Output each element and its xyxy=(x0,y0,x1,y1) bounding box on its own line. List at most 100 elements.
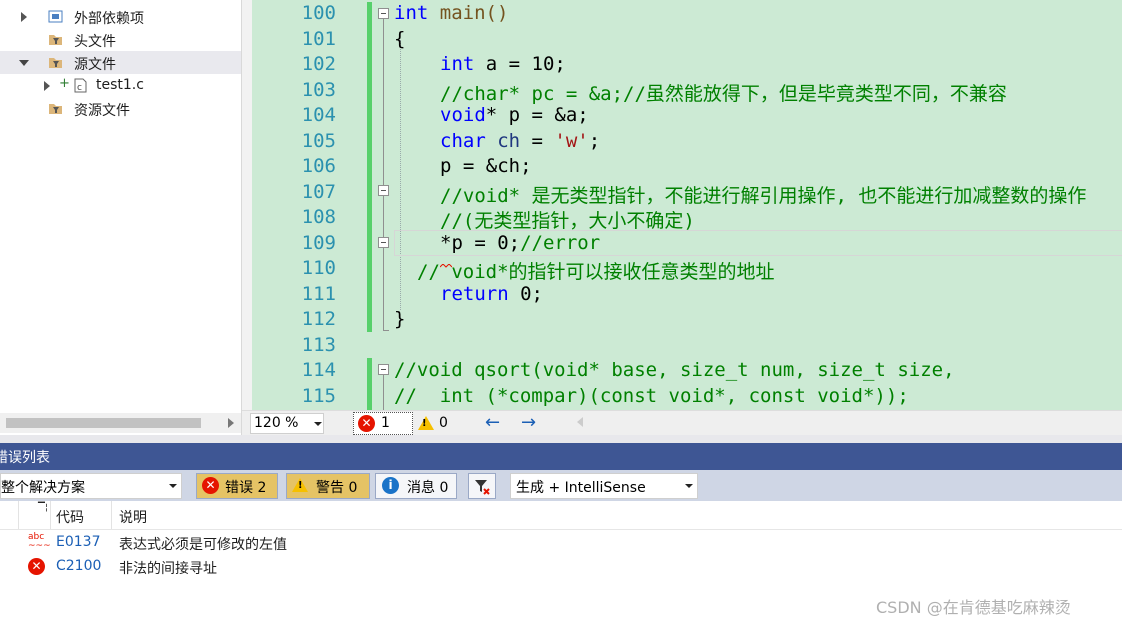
collapse-arrow-icon[interactable] xyxy=(19,60,29,66)
line-number: 104 xyxy=(301,104,336,126)
error-description: 表达式必须是可修改的左值 xyxy=(119,537,287,553)
column-header-description[interactable]: 说明 xyxy=(119,507,147,527)
table-row[interactable]: abc ~~~ E0137 表达式必须是可修改的左值 xyxy=(0,531,1122,555)
error-icon: ✕ xyxy=(28,558,45,575)
build-source-dropdown[interactable]: 生成 + IntelliSense xyxy=(510,473,698,499)
code-line-105: char ch = 'w'; xyxy=(440,130,600,152)
code-text: 0; xyxy=(508,283,543,305)
code-text: main() xyxy=(428,2,509,24)
string-literal: 'w' xyxy=(554,130,589,152)
zoom-dropdown[interactable]: 120 % xyxy=(250,413,324,434)
warning-count-button[interactable]: ! 0 xyxy=(418,413,456,434)
chevron-down-icon xyxy=(685,484,693,488)
arrow-left-icon[interactable]: ← xyxy=(485,412,500,433)
tree-item-label: 外部依赖项 xyxy=(74,11,144,27)
error-list-toolbar: 整个解决方案 ✕ 错误 2 ! 警告 0 i 消息 0 生成 + Intelli… xyxy=(0,470,1122,501)
line-number: 105 xyxy=(301,130,336,152)
tree-item-label: 资源文件 xyxy=(74,103,130,119)
change-indicator xyxy=(367,358,372,410)
collapse-region-icon[interactable] xyxy=(378,237,389,248)
tree-item-label: 头文件 xyxy=(74,34,116,50)
indent-guide xyxy=(400,40,401,310)
warnings-filter-label: 警告 0 xyxy=(316,480,358,496)
chevron-down-icon xyxy=(314,422,322,426)
column-divider xyxy=(18,501,19,529)
code-line-110: // void*的指针可以接收任意类型的地址 xyxy=(417,261,775,283)
code-line-100: int main() xyxy=(394,2,508,24)
folder-filter-icon xyxy=(48,102,63,115)
warnings-filter-button[interactable]: ! 警告 0 xyxy=(286,473,370,499)
keyword: char xyxy=(440,130,486,152)
tree-item-source-files[interactable]: 源文件 xyxy=(0,51,241,74)
watermark: CSDN @在肯德基吃麻辣烫 xyxy=(876,598,1071,617)
error-count: 1 xyxy=(381,415,390,431)
line-number: 106 xyxy=(301,155,336,177)
code-line-114: //void qsort(void* base, size_t num, siz… xyxy=(394,359,955,381)
code-text: *p = 0; xyxy=(440,232,521,254)
clear-filter-button[interactable] xyxy=(468,473,496,499)
tree-item-label: test1.c xyxy=(96,77,144,93)
scroll-right-icon[interactable] xyxy=(228,418,234,428)
error-code-link[interactable]: E0137 xyxy=(56,534,100,550)
tree-item-resource-files[interactable]: 资源文件 xyxy=(0,97,241,120)
line-number: 101 xyxy=(301,28,336,50)
messages-filter-label: 消息 0 xyxy=(407,480,449,496)
keyword: return xyxy=(440,283,509,305)
keyword: void xyxy=(440,104,486,126)
variable: ch xyxy=(485,130,521,152)
collapse-region-icon[interactable] xyxy=(378,364,389,375)
keyword: int xyxy=(440,53,475,75)
expand-arrow-icon[interactable] xyxy=(21,12,27,22)
solution-explorer: 外部依赖项 头文件 源文件 + c test1.c 资源文件 xyxy=(0,0,242,435)
scroll-left-icon[interactable] xyxy=(577,417,583,427)
warning-mark: ! xyxy=(298,480,303,491)
table-row[interactable]: ✕ C2100 非法的间接寻址 xyxy=(0,555,1122,579)
expand-arrow-icon[interactable] xyxy=(44,81,50,91)
folder-filter-icon xyxy=(48,33,63,46)
scope-dropdown[interactable]: 整个解决方案 xyxy=(0,473,182,499)
scope-value: 整个解决方案 xyxy=(1,480,85,496)
line-number: 109 xyxy=(301,232,336,254)
code-editor[interactable]: 100 101 102 103 104 105 106 107 108 109 … xyxy=(252,0,1122,410)
tree-item-external-deps[interactable]: 外部依赖项 xyxy=(0,5,241,28)
column-divider xyxy=(50,501,51,529)
warning-mark: ! xyxy=(422,418,427,429)
fold-line xyxy=(383,375,384,410)
line-number: 112 xyxy=(301,308,336,330)
code-line-102: int a = 10; xyxy=(440,53,566,75)
panel-splitter[interactable] xyxy=(0,435,1122,443)
line-number: 110 xyxy=(301,257,336,279)
code-line-111: return 0; xyxy=(440,283,543,305)
arrow-right-icon[interactable]: → xyxy=(521,412,536,433)
code-text: a = 10; xyxy=(474,53,566,75)
comment: //error xyxy=(520,232,601,254)
tree-item-header-files[interactable]: 头文件 xyxy=(0,28,241,51)
editor-margin xyxy=(242,0,252,410)
collapse-region-icon[interactable] xyxy=(378,185,389,196)
messages-filter-button[interactable]: i 消息 0 xyxy=(375,473,457,499)
change-indicator xyxy=(367,2,372,332)
scrollbar-thumb[interactable] xyxy=(6,418,201,428)
column-header-code[interactable]: 代码 xyxy=(56,507,84,527)
error-count-button[interactable]: ✕ 1 xyxy=(353,412,413,435)
filter-clear-icon xyxy=(475,480,490,495)
horizontal-scrollbar[interactable] xyxy=(0,413,241,433)
code-text: * p = &a; xyxy=(485,104,589,126)
line-number: 108 xyxy=(301,206,336,228)
code-line-101: { xyxy=(394,28,406,50)
external-deps-icon xyxy=(48,10,63,23)
line-number: 103 xyxy=(301,79,336,101)
editor-status-bar: 120 % ✕ 1 ! 0 ← → xyxy=(242,410,1122,436)
error-code-link[interactable]: C2100 xyxy=(56,558,101,574)
fold-line xyxy=(383,19,384,331)
c-file-icon: c xyxy=(73,78,88,93)
line-number: 111 xyxy=(301,283,336,305)
warning-count: 0 xyxy=(439,415,448,431)
errors-filter-button[interactable]: ✕ 错误 2 xyxy=(196,473,278,499)
line-number: 114 xyxy=(301,359,336,381)
line-number: 113 xyxy=(301,334,336,356)
sort-icon[interactable]: ▔¦ xyxy=(38,503,48,513)
collapse-region-icon[interactable] xyxy=(378,8,389,19)
tree-item-test1-c[interactable]: + c test1.c xyxy=(0,74,241,97)
error-description: 非法的间接寻址 xyxy=(119,561,217,577)
